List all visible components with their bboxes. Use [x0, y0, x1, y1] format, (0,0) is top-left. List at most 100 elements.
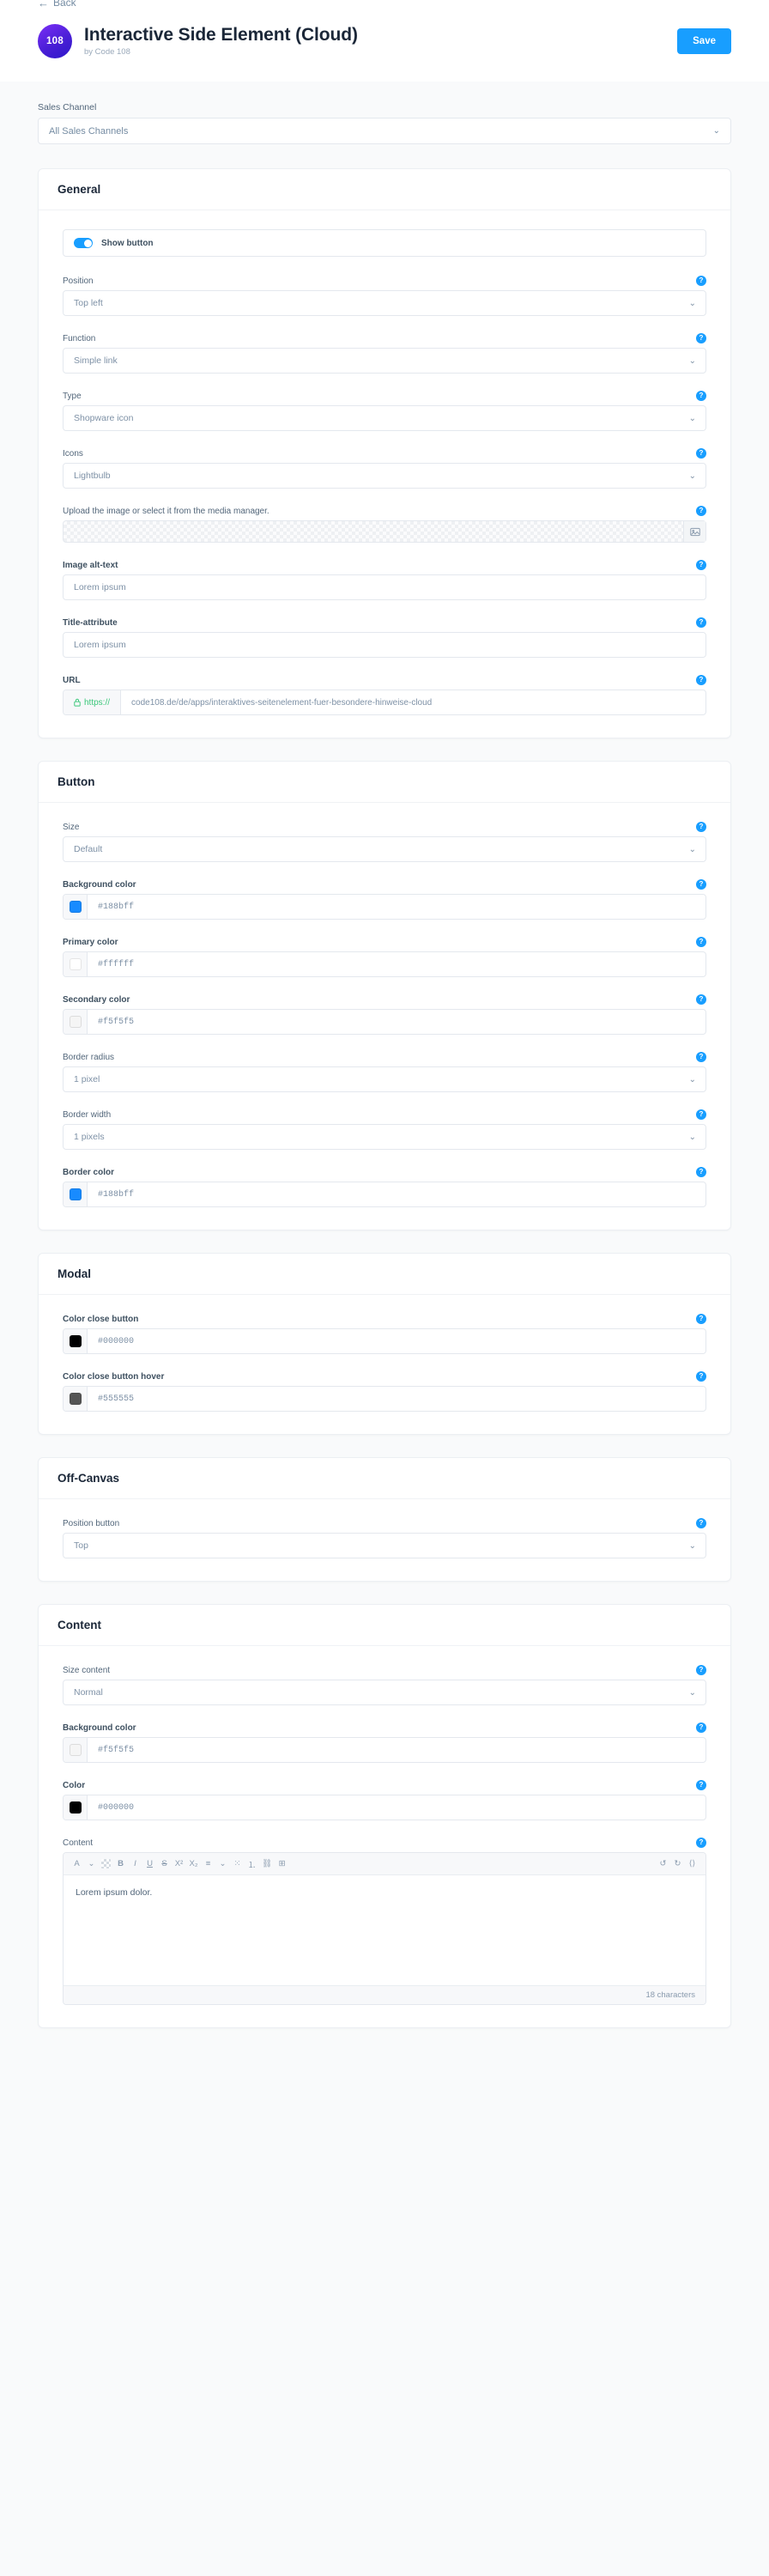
underline-icon[interactable]: U: [143, 1857, 156, 1870]
function-field: Function ? Simple link ⌄: [63, 333, 706, 374]
border-color-input[interactable]: #188bff: [63, 1182, 706, 1207]
editor-text-area[interactable]: Lorem ipsum dolor.: [64, 1875, 705, 1985]
general-card-header: General: [39, 169, 730, 210]
media-dropzone[interactable]: [63, 520, 706, 543]
image-alt-input[interactable]: Lorem ipsum: [63, 574, 706, 600]
color-swatch-button[interactable]: [64, 1010, 88, 1034]
color-swatch-button[interactable]: [64, 895, 88, 919]
color-swatch-button[interactable]: [64, 1795, 88, 1820]
button-primary-color-input[interactable]: #ffffff: [63, 951, 706, 977]
font-format-chevron-icon[interactable]: ⌄: [85, 1857, 98, 1870]
chevron-down-icon: ⌄: [688, 1132, 696, 1142]
color-swatch: [69, 1016, 82, 1028]
link-icon[interactable]: ⛓: [260, 1857, 274, 1870]
help-icon[interactable]: ?: [696, 822, 706, 832]
superscript-icon[interactable]: X²: [173, 1857, 185, 1870]
numbered-list-icon[interactable]: ⒈: [245, 1857, 258, 1870]
align-icon[interactable]: ≡: [202, 1857, 215, 1870]
url-value: code108.de/de/apps/interaktives-seitenel…: [131, 697, 433, 708]
image-alt-field: Image alt-text ? Lorem ipsum: [63, 560, 706, 600]
undo-icon[interactable]: ↺: [657, 1857, 669, 1870]
color-swatch-button[interactable]: [64, 952, 88, 976]
color-swatch-button[interactable]: [64, 1387, 88, 1411]
help-icon[interactable]: ?: [696, 560, 706, 570]
help-icon[interactable]: ?: [696, 1167, 706, 1177]
italic-icon[interactable]: I: [129, 1857, 142, 1870]
border-color-value: #188bff: [98, 1189, 135, 1200]
function-select[interactable]: Simple link ⌄: [63, 348, 706, 374]
button-card: Button Size ? Default ⌄ Background color: [38, 761, 731, 1230]
strikethrough-icon[interactable]: S: [158, 1857, 171, 1870]
modal-card: Modal Color close button ? #000000 Color…: [38, 1253, 731, 1435]
button-primary-color-value: #ffffff: [98, 959, 135, 969]
subscript-icon[interactable]: X₂: [187, 1857, 200, 1870]
button-secondary-color-field: Secondary color ? #f5f5f5: [63, 994, 706, 1035]
type-label: Type: [63, 391, 82, 401]
help-icon[interactable]: ?: [696, 506, 706, 516]
chevron-down-icon: ⌄: [688, 844, 696, 854]
modal-close-color-input[interactable]: #000000: [63, 1328, 706, 1354]
help-icon[interactable]: ?: [696, 994, 706, 1005]
type-select[interactable]: Shopware icon ⌄: [63, 405, 706, 431]
button-background-color-input[interactable]: #188bff: [63, 894, 706, 920]
help-icon[interactable]: ?: [696, 617, 706, 628]
button-size-select[interactable]: Default ⌄: [63, 836, 706, 862]
help-icon[interactable]: ?: [696, 1722, 706, 1733]
help-icon[interactable]: ?: [696, 391, 706, 401]
position-select[interactable]: Top left ⌄: [63, 290, 706, 316]
color-swatch-button[interactable]: [64, 1182, 88, 1206]
button-background-color-field: Background color ? #188bff: [63, 879, 706, 920]
help-icon[interactable]: ?: [696, 937, 706, 947]
color-swatch-button[interactable]: [64, 1329, 88, 1353]
url-input[interactable]: https:// code108.de/de/apps/interaktives…: [63, 690, 706, 715]
url-field: URL ? https:// code108.de/de/apps/intera…: [63, 675, 706, 715]
font-format-icon[interactable]: A: [70, 1857, 83, 1870]
help-icon[interactable]: ?: [696, 1052, 706, 1062]
content-background-color-input[interactable]: #f5f5f5: [63, 1737, 706, 1763]
button-secondary-color-input[interactable]: #f5f5f5: [63, 1009, 706, 1035]
border-radius-label: Border radius: [63, 1052, 115, 1062]
show-button-toggle[interactable]: [74, 238, 93, 248]
icons-select[interactable]: Lightbulb ⌄: [63, 463, 706, 489]
help-icon[interactable]: ?: [696, 879, 706, 890]
content-card-body: Size content ? Normal ⌄ Background color…: [39, 1646, 730, 2027]
button-size-value: Default: [74, 844, 103, 854]
border-radius-select[interactable]: 1 pixel ⌄: [63, 1066, 706, 1092]
help-icon[interactable]: ?: [696, 276, 706, 286]
table-icon[interactable]: ⊞: [276, 1857, 288, 1870]
media-manager-icon[interactable]: [683, 521, 705, 542]
redo-icon[interactable]: ↻: [671, 1857, 684, 1870]
icons-value: Lightbulb: [74, 471, 111, 481]
border-width-select[interactable]: 1 pixels ⌄: [63, 1124, 706, 1150]
color-swatch-button[interactable]: [64, 1738, 88, 1762]
media-upload-label: Upload the image or select it from the m…: [63, 506, 269, 516]
align-chevron-icon[interactable]: ⌄: [216, 1857, 229, 1870]
text-color-icon[interactable]: [100, 1857, 112, 1870]
help-icon[interactable]: ?: [696, 448, 706, 459]
help-icon[interactable]: ?: [696, 333, 706, 343]
help-icon[interactable]: ?: [696, 1314, 706, 1324]
help-icon[interactable]: ?: [696, 1109, 706, 1120]
title-attribute-input[interactable]: Lorem ipsum: [63, 632, 706, 658]
bold-icon[interactable]: B: [114, 1857, 127, 1870]
help-icon[interactable]: ?: [696, 1780, 706, 1790]
help-icon[interactable]: ?: [696, 1518, 706, 1528]
code-view-icon[interactable]: ⟨⟩: [686, 1857, 699, 1870]
modal-close-color-hover-input[interactable]: #555555: [63, 1386, 706, 1412]
button-card-title: Button: [58, 775, 95, 788]
sales-channel-select[interactable]: All Sales Channels ⌄: [38, 118, 731, 144]
help-icon[interactable]: ?: [696, 1665, 706, 1675]
back-link[interactable]: ← Back: [38, 0, 76, 9]
help-icon[interactable]: ?: [696, 1371, 706, 1382]
app-page: ← Back 108 Interactive Side Element (Clo…: [0, 0, 769, 2576]
chevron-down-icon: ⌄: [712, 125, 720, 136]
help-icon[interactable]: ?: [696, 1838, 706, 1848]
offcanvas-position-select[interactable]: Top ⌄: [63, 1533, 706, 1558]
save-button[interactable]: Save: [677, 27, 731, 54]
content-color-field: Color ? #000000: [63, 1780, 706, 1820]
content-color-input[interactable]: #000000: [63, 1795, 706, 1820]
show-button-toggle-row[interactable]: Show button: [63, 229, 706, 257]
bullet-list-icon[interactable]: ⁙: [231, 1857, 244, 1870]
size-content-select[interactable]: Normal ⌄: [63, 1680, 706, 1705]
help-icon[interactable]: ?: [696, 675, 706, 685]
